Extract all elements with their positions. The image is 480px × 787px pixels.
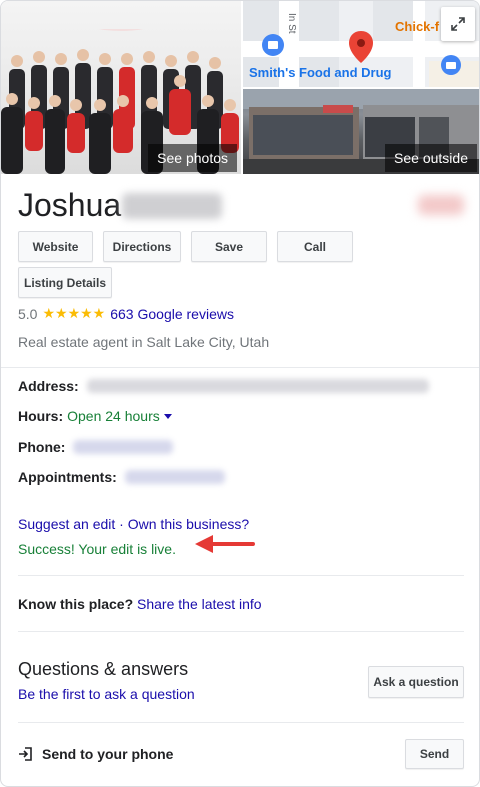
divider [18,631,464,632]
redacted-badge [418,195,464,215]
directions-button[interactable]: Directions [103,231,181,262]
send-to-phone-icon [19,747,32,761]
rating-row: 5.0 ★★★★★ 663 Google reviews [18,305,234,322]
expand-map-button[interactable] [441,7,475,41]
phone-label: Phone: [18,439,66,455]
phone-row: Phone: [18,439,174,455]
hours-value[interactable]: Open 24 hours [67,408,160,424]
send-to-phone-row: Send to your phone [18,746,173,762]
divider [1,367,479,368]
address-row: Address: [18,378,429,394]
suggest-edit-link[interactable]: Suggest an edit [18,516,115,532]
business-category: Real estate agent in Salt Lake City, Uta… [18,334,270,350]
save-button[interactable]: Save [191,231,267,262]
listing-details-button[interactable]: Listing Details [18,267,112,298]
appointments-row: Appointments: [18,469,225,485]
business-name: Joshua [18,187,122,223]
separator: · [115,516,128,532]
map-store-label: Smith's Food and Drug [249,65,392,80]
share-info-link[interactable]: Share the latest info [137,596,262,612]
hero-images: See photos In St Smith's Food and Drug C… [1,1,479,174]
knowledge-panel: See photos In St Smith's Food and Drug C… [0,0,480,787]
send-button[interactable]: Send [405,739,464,769]
website-button[interactable]: Website [18,231,93,262]
title-row: Joshua [18,187,468,227]
hours-row: Hours: Open 24 hours [18,408,172,424]
redacted-surname [122,193,222,219]
see-outside-button[interactable]: See outside [385,144,477,172]
rating-value: 5.0 [18,305,38,322]
ask-question-button[interactable]: Ask a question [368,666,464,698]
redacted-appointments[interactable] [124,470,225,484]
divider [18,575,464,576]
team-photo[interactable]: See photos [1,1,241,174]
know-this-place: Know this place? Share the latest info [18,596,262,612]
qa-title: Questions & answers [18,659,189,679]
red-arrow-icon [195,535,255,553]
divider [18,722,464,723]
address-label: Address: [18,378,79,394]
star-rating-icon: ★★★★★ [42,305,106,321]
expand-icon [451,17,465,31]
edit-links: Suggest an edit · Own this business? [18,516,249,532]
redacted-address [86,379,429,393]
caret-down-icon[interactable] [163,413,172,419]
first-question-link[interactable]: Be the first to ask a question [18,686,195,702]
redacted-phone[interactable] [73,440,174,454]
appointments-label: Appointments: [18,469,117,485]
send-to-phone-label: Send to your phone [42,746,174,762]
own-business-link[interactable]: Own this business? [128,516,249,532]
see-photos-button[interactable]: See photos [148,144,237,172]
reviews-link[interactable]: 663 Google reviews [110,306,234,322]
hours-label: Hours: [18,408,64,424]
street-view-thumbnail[interactable]: See outside [243,89,479,174]
know-label: Know this place? [18,596,134,612]
map-street-label: In St [286,13,297,34]
map-thumbnail[interactable]: In St Smith's Food and Drug Chick-f [243,1,479,87]
success-message: Success! Your edit is live. [18,541,176,557]
call-button[interactable]: Call [277,231,353,262]
map-chick-label: Chick-f [395,19,440,34]
